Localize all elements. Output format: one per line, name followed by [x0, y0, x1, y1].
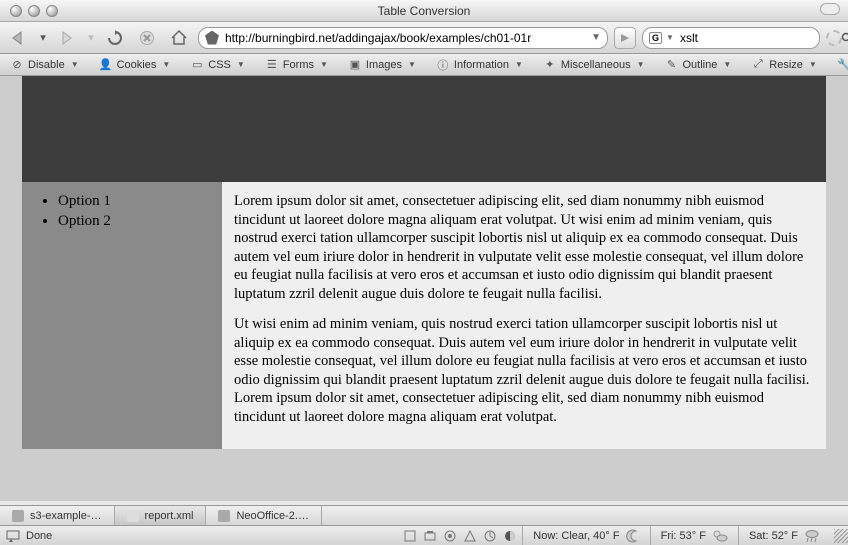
tab-label: report.xml [145, 510, 194, 522]
misc-icon: ✦ [543, 58, 557, 72]
tools-menu[interactable]: 🔧 Tools ▼ [831, 55, 848, 75]
stop-button[interactable] [134, 26, 160, 50]
tab-neooffice[interactable]: NeoOffice-2.… [206, 506, 322, 525]
tab-icon [12, 510, 24, 522]
status-icon-1[interactable] [404, 530, 416, 542]
weather-sat[interactable]: Sat: 52° F [738, 526, 830, 545]
tab-icon [218, 510, 230, 522]
paragraph-2: Ut wisi enim ad minim veniam, quis nostr… [234, 315, 814, 426]
side-menu: Option 1 Option 2 [22, 182, 222, 449]
outline-icon: ✎ [665, 58, 679, 72]
developer-toolbar: ⊘ Disable ▼ 👤 Cookies ▼ ▭ CSS ▼ ☰ Forms … [0, 54, 848, 76]
search-engine-icon[interactable]: G [649, 32, 662, 44]
navigation-toolbar: ▾ ▾ ▼ G ▼ [0, 22, 848, 54]
resize-menu[interactable]: ⤢ Resize ▼ [745, 55, 823, 75]
window-title: Table Conversion [0, 4, 848, 18]
menu-option-2[interactable]: Option 2 [58, 212, 216, 232]
reload-button[interactable] [102, 26, 128, 50]
footer-strip [22, 449, 826, 501]
css-icon: ▭ [190, 58, 204, 72]
window-titlebar: Table Conversion [0, 0, 848, 22]
tab-s3-example[interactable]: s3-example-… [0, 506, 115, 525]
weather-sat-text: Sat: 52° F [749, 530, 798, 542]
page-inspector-icon[interactable] [6, 530, 20, 542]
resize-icon: ⤢ [751, 58, 765, 72]
weather-partly-cloudy-icon [712, 529, 728, 543]
images-icon: ▣ [348, 58, 362, 72]
css-label: CSS [208, 59, 231, 71]
tab-report-xml[interactable]: report.xml [115, 506, 207, 525]
url-history-dropdown[interactable]: ▼ [591, 32, 601, 43]
content-viewport[interactable]: Option 1 Option 2 Lorem ipsum dolor sit … [0, 76, 848, 501]
tools-icon: 🔧 [837, 58, 848, 72]
weather-now-text: Now: Clear, 40° F [533, 530, 619, 542]
cookies-menu[interactable]: 👤 Cookies ▼ [93, 55, 177, 75]
forms-menu[interactable]: ☰ Forms ▼ [259, 55, 334, 75]
back-history-dropdown[interactable]: ▾ [38, 26, 48, 50]
information-menu[interactable]: ⓘ Information ▼ [430, 55, 529, 75]
search-input[interactable] [678, 30, 837, 46]
forward-button[interactable] [54, 26, 80, 50]
weather-rain-icon [804, 529, 820, 543]
search-engine-dropdown[interactable]: ▼ [666, 33, 674, 42]
images-label: Images [366, 59, 402, 71]
status-icon-2[interactable] [424, 530, 436, 542]
home-button[interactable] [166, 26, 192, 50]
disable-label: Disable [28, 59, 65, 71]
paragraph-1: Lorem ipsum dolor sit amet, consectetuer… [234, 192, 814, 303]
outline-menu[interactable]: ✎ Outline ▼ [659, 55, 738, 75]
back-button[interactable] [6, 26, 32, 50]
status-bar: Done Now: Clear, 40° F Fri: 53° F Sat: 5… [0, 525, 848, 545]
tab-label: s3-example-… [30, 510, 102, 522]
css-menu[interactable]: ▭ CSS ▼ [184, 55, 251, 75]
cookies-icon: 👤 [99, 58, 113, 72]
tab-icon [127, 510, 139, 522]
status-icon-4[interactable] [464, 530, 476, 542]
url-input[interactable] [223, 30, 587, 46]
images-menu[interactable]: ▣ Images ▼ [342, 55, 422, 75]
disable-menu[interactable]: ⊘ Disable ▼ [4, 55, 85, 75]
forms-label: Forms [283, 59, 314, 71]
page-content: Option 1 Option 2 Lorem ipsum dolor sit … [22, 76, 826, 501]
go-button[interactable] [614, 27, 636, 49]
address-bar[interactable]: ▼ [198, 27, 608, 49]
window-resize-grip[interactable] [834, 529, 848, 543]
outline-label: Outline [683, 59, 718, 71]
status-icon-3[interactable] [444, 530, 456, 542]
toolbar-toggle-button[interactable] [820, 3, 840, 15]
status-icon-5[interactable] [484, 530, 496, 542]
disable-icon: ⊘ [10, 58, 24, 72]
tab-strip: s3-example-… report.xml NeoOffice-2.… [0, 505, 848, 525]
resize-label: Resize [769, 59, 803, 71]
miscellaneous-label: Miscellaneous [561, 59, 631, 71]
weather-fri[interactable]: Fri: 53° F [650, 526, 738, 545]
status-icon-6[interactable] [504, 530, 516, 542]
page-banner [22, 76, 826, 182]
info-icon: ⓘ [436, 58, 450, 72]
weather-moon-icon [626, 529, 640, 543]
tab-label: NeoOffice-2.… [236, 510, 309, 522]
main-content: Lorem ipsum dolor sit amet, consectetuer… [222, 182, 826, 449]
search-bar[interactable]: G ▼ [642, 27, 820, 49]
cookies-label: Cookies [117, 59, 157, 71]
weather-fri-text: Fri: 53° F [661, 530, 706, 542]
status-text: Done [26, 530, 52, 542]
forward-history-dropdown[interactable]: ▾ [86, 26, 96, 50]
forms-icon: ☰ [265, 58, 279, 72]
menu-option-1[interactable]: Option 1 [58, 192, 216, 212]
site-favicon [205, 31, 219, 45]
weather-now[interactable]: Now: Clear, 40° F [522, 526, 649, 545]
activity-throbber [826, 30, 842, 46]
information-label: Information [454, 59, 509, 71]
miscellaneous-menu[interactable]: ✦ Miscellaneous ▼ [537, 55, 651, 75]
